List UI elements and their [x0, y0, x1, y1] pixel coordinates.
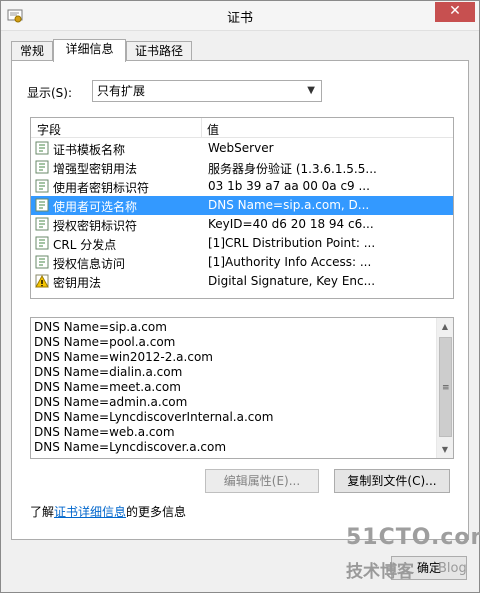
certificate-window: 证书 ✕ 常规 详细信息 证书路径 显示(S): 只有扩展 ▼ 字段 值 证书模…: [0, 0, 480, 593]
tab-general[interactable]: 常规: [11, 41, 53, 61]
scroll-thumb[interactable]: ≡: [439, 337, 452, 437]
scroll-down-icon[interactable]: ▼: [437, 441, 453, 458]
detail-line: DNS Name=Lyncdiscover.a.com: [34, 440, 227, 454]
scroll-up-icon[interactable]: ▲: [437, 318, 453, 335]
list-item-selected[interactable]: 使用者可选名称 DNS Name=sip.a.com, D...: [31, 196, 453, 215]
detail-line: DNS Name=LyncdiscoverInternal.a.com: [34, 410, 274, 424]
column-header-field[interactable]: 字段: [37, 121, 61, 138]
copy-to-file-button[interactable]: 复制到文件(C)...: [334, 469, 450, 493]
warning-extension-icon: [35, 274, 49, 288]
detail-line: DNS Name=meet.a.com: [34, 380, 181, 394]
extension-icon: [35, 255, 49, 269]
show-dropdown[interactable]: 只有扩展 ▼: [92, 80, 322, 102]
extension-icon: [35, 141, 49, 155]
vertical-scrollbar[interactable]: ▲ ≡ ▼: [436, 318, 453, 458]
detail-line: DNS Name=web.a.com: [34, 425, 175, 439]
show-dropdown-value: 只有扩展: [97, 84, 146, 98]
list-item[interactable]: 授权信息访问 [1]Authority Info Access: ...: [31, 253, 453, 272]
window-title: 证书: [226, 11, 253, 26]
detail-line: DNS Name=dialin.a.com: [34, 365, 183, 379]
close-button[interactable]: ✕: [435, 2, 475, 22]
certificate-details-link[interactable]: 证书详细信息: [54, 505, 126, 519]
edit-properties-button[interactable]: 编辑属性(E)...: [205, 469, 319, 493]
tab-certification-path[interactable]: 证书路径: [126, 41, 192, 61]
column-separator[interactable]: [201, 118, 202, 138]
list-item[interactable]: 授权密钥标识符 KeyID=40 d6 20 18 94 c6...: [31, 215, 453, 234]
list-item[interactable]: 密钥用法 Digital Signature, Key Enc...: [31, 272, 453, 291]
chevron-down-icon: ▼: [307, 85, 315, 96]
list-item[interactable]: 使用者密钥标识符 03 1b 39 a7 aa 00 0a c9 ...: [31, 177, 453, 196]
title-bar: 证书 ✕: [1, 1, 479, 31]
details-panel: 显示(S): 只有扩展 ▼ 字段 值 证书模板名称 WebServer 增强型密…: [11, 60, 469, 540]
list-header: 字段 值: [31, 118, 453, 138]
grip-icon: ≡: [442, 383, 450, 393]
detail-line: DNS Name=pool.a.com: [34, 335, 176, 349]
detail-line: DNS Name=sip.a.com: [34, 320, 167, 334]
list-item[interactable]: 增强型密钥用法 服务器身份验证 (1.3.6.1.5.5...: [31, 158, 453, 177]
more-info-text: 了解证书详细信息的更多信息: [30, 505, 187, 519]
ok-button[interactable]: 确定: [391, 556, 467, 580]
field-list[interactable]: 字段 值 证书模板名称 WebServer 增强型密钥用法 服务器身份验证 (1…: [30, 117, 454, 299]
tab-details[interactable]: 详细信息: [53, 39, 126, 62]
extension-icon: [35, 217, 49, 231]
extension-icon: [35, 236, 49, 250]
detail-line: DNS Name=admin.a.com: [34, 395, 188, 409]
list-item[interactable]: 证书模板名称 WebServer: [31, 139, 453, 158]
extension-icon: [35, 160, 49, 174]
show-label: 显示(S):: [27, 86, 73, 100]
detail-line: DNS Name=win2012-2.a.com: [34, 350, 213, 364]
column-header-value[interactable]: 值: [207, 121, 219, 138]
extension-icon: [35, 198, 49, 212]
detail-textbox[interactable]: DNS Name=sip.a.com DNS Name=pool.a.com D…: [30, 317, 454, 459]
list-item[interactable]: CRL 分发点 [1]CRL Distribution Point: ...: [31, 234, 453, 253]
extension-icon: [35, 179, 49, 193]
